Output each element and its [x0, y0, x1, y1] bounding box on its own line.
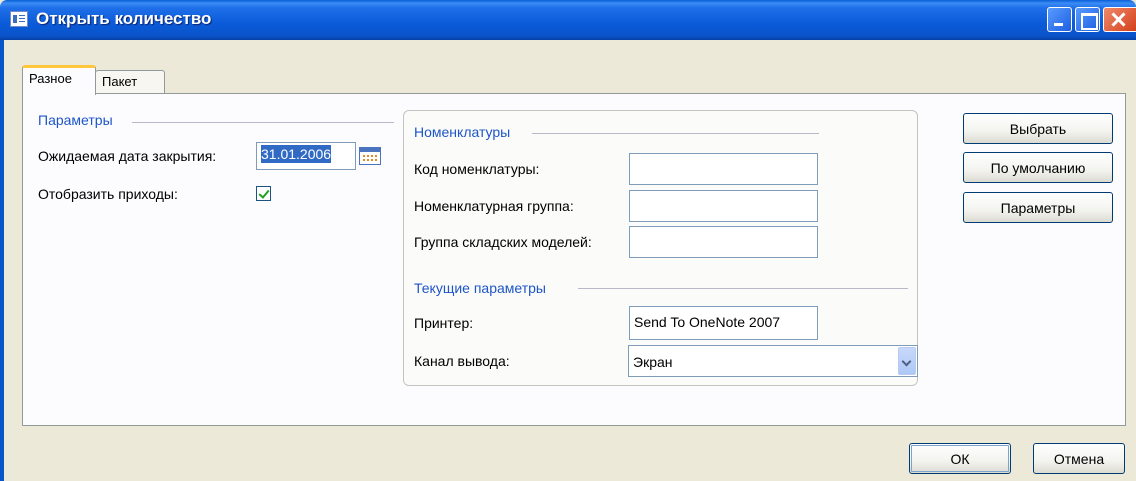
title-bar[interactable]: Открыть количество [0, 0, 1136, 40]
items-section-divider [532, 133, 819, 134]
item-group-label: Номенклатурная группа: [414, 198, 574, 214]
window-title: Открыть количество [36, 9, 212, 28]
tab-misc[interactable]: Разное [22, 65, 96, 95]
expected-close-date-value: 31.01.2006 [261, 145, 332, 163]
expected-close-date-label: Ожидаемая дата закрытия: [38, 148, 217, 164]
output-channel-value: Экран [633, 354, 673, 370]
show-receipts-label: Отобразить приходы: [38, 186, 178, 202]
current-params-section-title: Текущие параметры [414, 280, 546, 296]
cancel-button[interactable]: Отмена [1033, 443, 1125, 474]
select-button[interactable]: Выбрать [963, 113, 1113, 144]
calendar-icon[interactable] [359, 147, 381, 165]
maximize-button[interactable] [1075, 7, 1100, 32]
chevron-down-icon[interactable] [898, 347, 916, 375]
parameters-button[interactable]: Параметры [963, 192, 1113, 223]
items-section-title: Номенклатуры [414, 124, 511, 140]
item-group-field[interactable] [629, 190, 818, 222]
minimize-button[interactable] [1047, 7, 1072, 32]
dialog-window: Открыть количество Разное Пакет Параметр… [0, 0, 1136, 481]
parameters-section-divider [132, 122, 394, 123]
item-code-field[interactable] [629, 153, 818, 185]
ok-button[interactable]: ОК [909, 443, 1011, 474]
storage-model-group-label: Группа складских моделей: [414, 234, 592, 250]
default-button[interactable]: По умолчанию [963, 152, 1113, 183]
close-button[interactable] [1103, 7, 1136, 32]
printer-field: Send To OneNote 2007 [629, 306, 818, 340]
parameters-section-title: Параметры [38, 112, 113, 128]
output-channel-label: Канал вывода: [414, 353, 510, 369]
expected-close-date-field[interactable]: 31.01.2006 [256, 142, 356, 170]
window-frame-left [0, 40, 4, 481]
storage-model-group-field[interactable] [629, 226, 818, 258]
current-params-section-divider [578, 288, 908, 289]
tab-batch[interactable]: Пакет [95, 70, 165, 95]
output-channel-select[interactable]: Экран [628, 345, 918, 377]
item-code-label: Код номенклатуры: [414, 161, 540, 177]
printer-label: Принтер: [414, 315, 474, 331]
show-receipts-checkbox[interactable] [256, 186, 271, 201]
form-icon [10, 11, 28, 27]
